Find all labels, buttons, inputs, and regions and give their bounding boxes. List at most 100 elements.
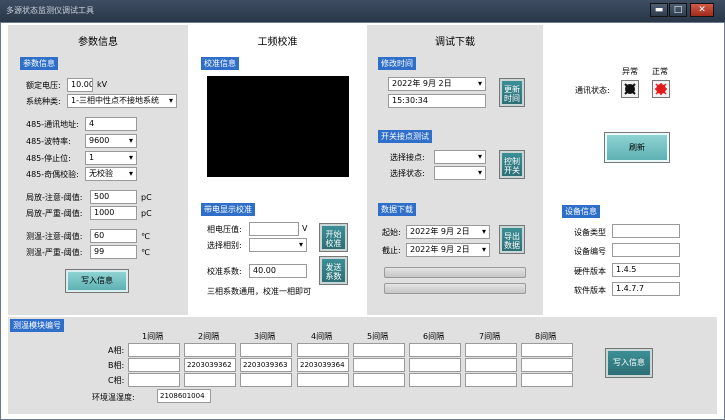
download-scrollbar[interactable] xyxy=(384,283,526,294)
module-id-input[interactable] xyxy=(353,373,405,387)
sw-version-input[interactable]: 1.4.7.7 xyxy=(612,282,680,296)
stop-select[interactable]: 1 xyxy=(85,151,137,165)
phase-row-label: B相: xyxy=(108,361,125,370)
phase-row-label: A相: xyxy=(108,346,125,355)
normal-indicator-icon xyxy=(652,80,670,98)
abnormal-label: 异常 xyxy=(622,67,638,76)
t-sev-label: 测温-严重-阈值: xyxy=(26,248,83,257)
voltage-label: 相电压值: xyxy=(207,225,242,234)
parity-select[interactable]: 无校验 xyxy=(85,167,137,181)
baud-label: 485-波特率: xyxy=(26,137,71,146)
hw-version-label: 硬件版本 xyxy=(574,267,606,276)
module-id-input[interactable] xyxy=(409,373,461,387)
update-time-button[interactable]: 更新时间 xyxy=(499,78,525,107)
t-sev-input[interactable]: 99 xyxy=(90,245,137,259)
interval-header: 6间隔 xyxy=(423,332,445,341)
interval-header: 3间隔 xyxy=(254,332,276,341)
download-progress-bar xyxy=(384,267,526,278)
module-id-input[interactable]: 2203039363 xyxy=(240,358,292,372)
device-type-input[interactable] xyxy=(612,224,680,238)
debug-title: 调试下载 xyxy=(435,37,475,48)
contact-select[interactable] xyxy=(434,150,486,164)
contact-label: 选择接点: xyxy=(390,153,425,162)
t-sev-unit: ℃ xyxy=(141,248,150,257)
close-button[interactable]: ✕ xyxy=(690,3,714,17)
coef-label: 校准系数: xyxy=(207,267,242,276)
phase-select[interactable] xyxy=(249,238,307,252)
module-id-input[interactable] xyxy=(128,343,180,357)
module-id-input[interactable] xyxy=(128,358,180,372)
system-type-select[interactable]: 1-三相中性点不接地系统 xyxy=(67,94,177,108)
voltage-input[interactable] xyxy=(249,222,299,236)
module-id-input[interactable] xyxy=(184,373,236,387)
t-warn-label: 测温-注意-阈值: xyxy=(26,232,83,241)
time-section-tag: 修改时间 xyxy=(378,57,416,70)
write-module-button[interactable]: 写入信息 xyxy=(605,348,653,378)
module-id-input[interactable] xyxy=(297,373,349,387)
rated-voltage-input[interactable]: 10.00 xyxy=(67,78,93,92)
module-id-input[interactable] xyxy=(465,373,517,387)
module-id-input[interactable] xyxy=(521,358,573,372)
module-id-input[interactable]: 2203039364 xyxy=(297,358,349,372)
module-id-input[interactable] xyxy=(409,343,461,357)
interval-header: 8间隔 xyxy=(535,332,557,341)
rated-voltage-unit: kV xyxy=(97,80,108,89)
module-id-input[interactable] xyxy=(240,343,292,357)
addr-input[interactable]: 4 xyxy=(85,117,137,131)
minimize-button[interactable]: ▬ xyxy=(650,3,668,17)
refresh-button[interactable]: 刷新 xyxy=(604,132,670,163)
pd-sev-unit: pC xyxy=(141,209,152,218)
module-id-input[interactable] xyxy=(297,343,349,357)
params-section-tag: 参数信息 xyxy=(20,57,58,70)
device-id-label: 设备编号 xyxy=(574,247,606,256)
hw-version-input[interactable]: 1.4.5 xyxy=(612,263,680,277)
module-id-input[interactable] xyxy=(465,343,517,357)
params-title: 参数信息 xyxy=(78,37,118,48)
device-section-tag: 设备信息 xyxy=(562,205,600,218)
coef-input[interactable]: 40.00 xyxy=(249,264,307,278)
switch-section-tag: 开关接点测试 xyxy=(378,130,432,143)
module-id-input[interactable] xyxy=(521,343,573,357)
module-id-input[interactable] xyxy=(409,358,461,372)
module-id-input[interactable]: 2203039362 xyxy=(184,358,236,372)
write-params-button[interactable]: 写入信息 xyxy=(65,269,129,293)
module-id-input[interactable] xyxy=(184,343,236,357)
phase-label: 选择相别: xyxy=(207,241,242,250)
start-date-label: 起始: xyxy=(382,228,401,237)
calib-note: 三相系数通用，校准一相即可 xyxy=(207,287,311,296)
voltage-unit: V xyxy=(302,224,308,233)
pd-warn-unit: pC xyxy=(141,193,152,202)
interval-header: 1间隔 xyxy=(142,332,164,341)
time-spinner[interactable]: 15:30:34 xyxy=(388,94,486,108)
sw-version-label: 软件版本 xyxy=(574,286,606,295)
baud-select[interactable]: 9600 xyxy=(85,134,137,148)
module-id-input[interactable] xyxy=(128,373,180,387)
live-calib-tag: 带电显示校准 xyxy=(201,203,255,216)
date-picker[interactable]: 2022年 9月 2日 xyxy=(388,77,486,91)
start-calib-button[interactable]: 开始校准 xyxy=(319,223,348,252)
calib-section-tag: 校准信息 xyxy=(201,57,239,70)
env-input[interactable]: 2108601004 xyxy=(157,389,211,403)
pd-sev-input[interactable]: 1000 xyxy=(90,206,137,220)
maximize-button[interactable]: □ xyxy=(669,3,687,17)
module-id-input[interactable] xyxy=(465,358,517,372)
t-warn-input[interactable]: 60 xyxy=(90,229,137,243)
end-date-picker[interactable]: 2022年 9月 2日 xyxy=(406,243,490,257)
comm-status-label: 通讯状态: xyxy=(575,86,610,95)
send-coef-button[interactable]: 发送系数 xyxy=(319,256,348,285)
addr-label: 485-通讯地址: xyxy=(26,120,79,129)
module-id-input[interactable] xyxy=(353,343,405,357)
module-id-input[interactable] xyxy=(353,358,405,372)
calib-title: 工频校准 xyxy=(257,37,298,48)
interval-header: 4间隔 xyxy=(311,332,333,341)
normal-label: 正常 xyxy=(652,67,668,76)
export-data-button[interactable]: 导出数据 xyxy=(499,225,525,254)
module-id-input[interactable] xyxy=(521,373,573,387)
pd-warn-input[interactable]: 500 xyxy=(90,190,137,204)
module-id-input[interactable] xyxy=(240,373,292,387)
device-id-input[interactable] xyxy=(612,243,680,257)
state-select[interactable] xyxy=(434,166,486,180)
control-switch-button[interactable]: 控制开关 xyxy=(499,150,525,179)
start-date-picker[interactable]: 2022年 9月 2日 xyxy=(406,225,490,239)
temp-module-tag: 测温模块编号 xyxy=(10,319,64,332)
